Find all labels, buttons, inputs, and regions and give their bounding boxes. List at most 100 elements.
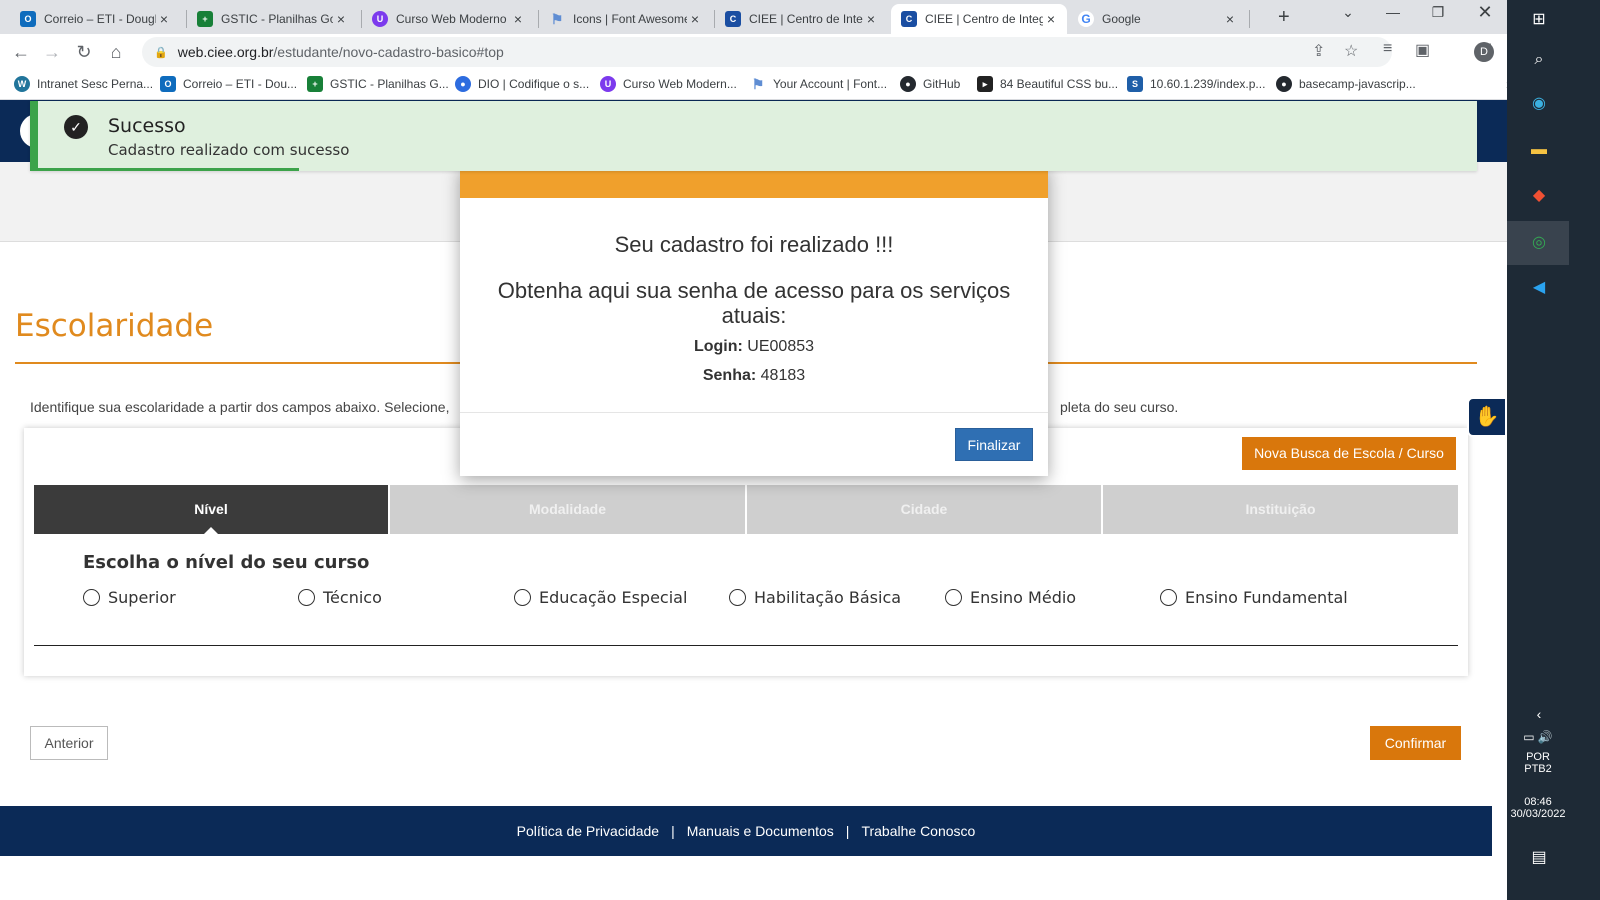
bookmark-gstic[interactable]: + GSTIC - Planilhas G... [307, 76, 449, 92]
close-tab-icon[interactable]: × [333, 11, 349, 27]
success-modal: Seu cadastro foi realizado !!! Obtenha a… [460, 166, 1048, 476]
tab-label: Correio – ETI - Dougla [44, 12, 156, 26]
github-icon: ● [1276, 76, 1292, 92]
close-tab-icon[interactable]: × [1043, 11, 1059, 27]
side-panel-icon[interactable]: ▣ [1415, 40, 1430, 60]
sheets-icon: + [307, 76, 323, 92]
notifications-icon[interactable]: ▤ [1527, 846, 1551, 870]
close-window-icon[interactable]: ✕ [1470, 2, 1500, 23]
bookmark-font-awesome[interactable]: ⚑ Your Account | Font... [750, 76, 887, 92]
cursor-icon: ▸ [977, 76, 993, 92]
bookmark-label: Your Account | Font... [773, 77, 888, 91]
tab-curso-web[interactable]: U Curso Web Moderno ( × [362, 4, 534, 34]
bookmark-label: Intranet Sesc Perna... [37, 77, 154, 91]
dio-icon: ● [455, 76, 471, 92]
lock-icon: 🔒 [154, 46, 168, 59]
restore-icon[interactable]: ❐ [1423, 4, 1453, 21]
bookmark-local-ip[interactable]: S 10.60.1.239/index.p... [1127, 76, 1265, 92]
modal-title: Seu cadastro foi realizado !!! [614, 232, 894, 257]
address-bar[interactable]: 🔒 web.ciee.org.br/estudante/novo-cadastr… [142, 37, 1392, 67]
login-value: UE00853 [747, 338, 815, 355]
tab-gstic[interactable]: + GSTIC - Planilhas Goo × [187, 4, 357, 34]
bookmark-curso-web[interactable]: U Curso Web Modern... [600, 76, 737, 92]
input-language[interactable]: POR PTB2 [1507, 751, 1569, 775]
page-content: Escolaridade Identifique sua escolaridad… [0, 100, 1538, 900]
browser-tab-strip: O Correio – ETI - Dougla × + GSTIC - Pla… [0, 0, 1538, 34]
tab-label: Icons | Font Awesome [573, 12, 687, 26]
github-icon: ● [900, 76, 916, 92]
chrome-icon[interactable]: ◎ [1527, 231, 1551, 255]
bookmark-css-buttons[interactable]: ▸ 84 Beautiful CSS bu... [977, 76, 1118, 92]
clock-date: 30/03/2022 [1510, 808, 1566, 820]
close-tab-icon[interactable]: × [156, 11, 172, 27]
bookmark-label: GSTIC - Planilhas G... [330, 77, 449, 91]
modal-divider [460, 412, 1048, 413]
home-icon[interactable]: ⌂ [104, 40, 128, 64]
tab-google[interactable]: G Google × [1068, 4, 1246, 34]
back-icon[interactable]: ← [9, 40, 33, 64]
bookmark-basecamp[interactable]: ● basecamp-javascrip... [1276, 76, 1416, 92]
git-icon[interactable]: ◆ [1527, 184, 1551, 208]
password-label: Senha: [702, 367, 757, 384]
search-icon[interactable]: ⌕ [1527, 48, 1551, 72]
lang-layout: PTB2 [1524, 763, 1552, 775]
close-tab-icon[interactable]: × [510, 11, 526, 27]
sign-language-widget-icon[interactable]: ✋ [1467, 397, 1507, 437]
bookmark-star-icon[interactable]: ☆ [1344, 37, 1358, 67]
flag-icon: ⚑ [550, 10, 564, 27]
tab-correio[interactable]: O Correio – ETI - Dougla × [10, 4, 180, 34]
tab-label: CIEE | Centro de Integ [925, 12, 1043, 26]
reload-icon[interactable]: ↻ [72, 40, 96, 64]
tab-label: Google [1102, 12, 1141, 26]
file-explorer-icon[interactable]: ▬ [1527, 138, 1551, 162]
screen: O Correio – ETI - Dougla × + GSTIC - Pla… [0, 0, 1600, 900]
tab-ciee-active[interactable]: C CIEE | Centro de Integ × [891, 4, 1067, 34]
toast-timer-bar [30, 168, 299, 171]
google-icon: G [1078, 11, 1094, 27]
success-toast[interactable]: ✓ Sucesso Cadastro realizado com sucesso [30, 101, 1477, 171]
password-value: 48183 [760, 367, 806, 384]
bookmark-dio[interactable]: ● DIO | Codifique o s... [455, 76, 589, 92]
udemy-icon: U [600, 76, 616, 92]
chevron-left-icon[interactable]: ‹ [1527, 702, 1551, 726]
bookmark-label: 10.60.1.239/index.p... [1150, 77, 1266, 91]
network-volume-icons[interactable]: ▭ 🔊 [1507, 730, 1569, 744]
windows-taskbar: ⊞ ⌕ ◉ ▬ ◆ ◎ ◀ ‹ ▭ 🔊 POR PTB2 08:46 30/03/2… [1507, 0, 1600, 900]
lang-primary: POR [1526, 751, 1550, 763]
tab-label: CIEE | Centro de Integ [749, 12, 863, 26]
password-line: Senha: 48183 [460, 367, 1048, 385]
menu-kebab-icon[interactable]: ⋮ [1482, 40, 1498, 60]
wordpress-icon: W [14, 76, 30, 92]
bookmarks-bar: W Intranet Sesc Perna... O Correio – ETI -… [0, 70, 1538, 100]
bookmark-correio[interactable]: O Correio – ETI - Dou... [160, 76, 297, 92]
close-tab-icon[interactable]: × [1222, 11, 1238, 27]
reading-list-icon[interactable]: ≡ [1383, 40, 1392, 58]
site-s-icon: S [1127, 76, 1143, 92]
login-line: Login: UE00853 [460, 338, 1048, 356]
windows-start-icon[interactable]: ⊞ [1527, 8, 1551, 32]
vscode-icon[interactable]: ◀ [1527, 276, 1551, 300]
finish-button[interactable]: Finalizar [955, 428, 1033, 461]
minimize-icon[interactable]: — [1378, 4, 1408, 20]
share-icon[interactable]: ⇪ [1312, 37, 1325, 67]
close-tab-icon[interactable]: × [687, 11, 703, 27]
modal-subtitle: Obtenha aqui sua senha de acesso para os… [497, 278, 1011, 328]
toast-message: Cadastro realizado com sucesso [108, 141, 350, 159]
tab-label: GSTIC - Planilhas Goo [221, 12, 333, 26]
tab-font-awesome[interactable]: ⚑ Icons | Font Awesome × [539, 4, 711, 34]
url-host: web.ciee.org.br [177, 44, 274, 60]
forward-icon[interactable]: → [40, 40, 64, 64]
bookmark-label: DIO | Codifique o s... [478, 77, 590, 91]
bookmark-label: GitHub [923, 77, 961, 91]
flag-icon: ⚑ [751, 75, 765, 92]
close-tab-icon[interactable]: × [863, 11, 879, 27]
edge-icon[interactable]: ◉ [1527, 92, 1551, 116]
tab-ciee-1[interactable]: C CIEE | Centro de Integ × [715, 4, 887, 34]
bookmark-label: Correio – ETI - Dou... [183, 77, 298, 91]
bookmark-intranet[interactable]: W Intranet Sesc Perna... [14, 76, 153, 92]
bookmark-github[interactable]: ● GitHub [900, 76, 960, 92]
tab-search-icon[interactable]: ⌄ [1333, 4, 1363, 21]
bookmark-label: basecamp-javascrip... [1299, 77, 1416, 91]
new-tab-icon[interactable]: + [1278, 6, 1290, 29]
clock[interactable]: 08:46 30/03/2022 [1507, 796, 1569, 820]
